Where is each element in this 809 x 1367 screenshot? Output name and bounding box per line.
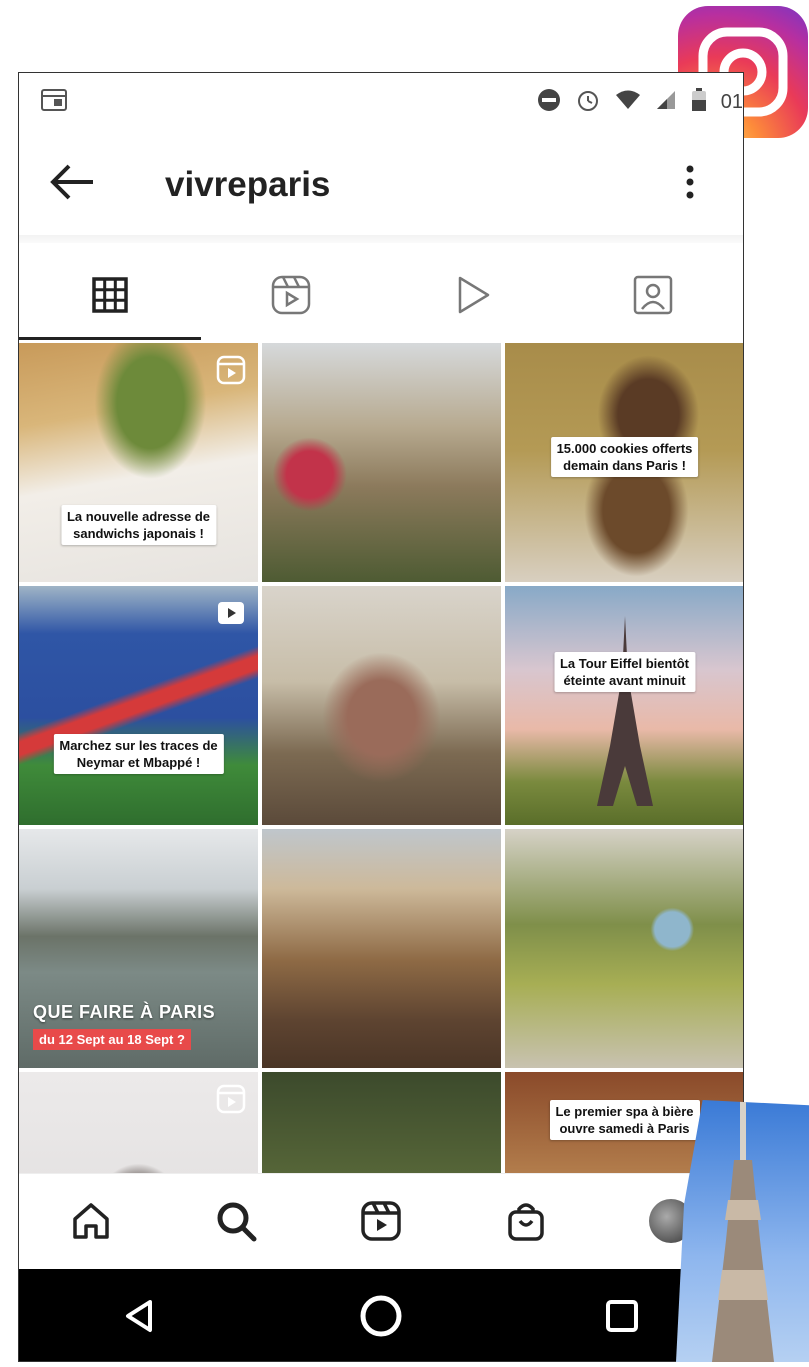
gallery-notification-icon bbox=[41, 89, 67, 116]
wifi-icon bbox=[615, 89, 641, 116]
back-arrow-icon bbox=[50, 164, 93, 200]
more-options-button[interactable] bbox=[675, 157, 705, 207]
more-vertical-icon bbox=[686, 165, 694, 199]
posts-grid: La nouvelle adresse de sandwichs japonai… bbox=[19, 343, 743, 1173]
post-caption: La Tour Eiffel bientôt éteinte avant min… bbox=[553, 652, 696, 692]
profile-header: vivreparis bbox=[19, 135, 743, 225]
nav-reels-button[interactable] bbox=[351, 1191, 411, 1251]
tab-videos[interactable] bbox=[381, 249, 562, 341]
post-caption: Le premier spa à bière ouvre samedi à Pa… bbox=[549, 1100, 700, 1140]
post-caption: Marchez sur les traces de Neymar et Mbap… bbox=[53, 734, 224, 774]
square-recents-icon bbox=[606, 1300, 639, 1332]
play-icon bbox=[458, 276, 489, 314]
post-cafe-terrace[interactable] bbox=[262, 586, 501, 825]
video-badge-icon bbox=[216, 598, 246, 633]
bottom-navigation bbox=[19, 1173, 743, 1268]
system-recents-button[interactable] bbox=[587, 1281, 657, 1351]
post-que-faire-a-paris[interactable]: QUE FAIRE À PARIS du 12 Sept au 18 Sept … bbox=[19, 829, 258, 1068]
active-tab-indicator bbox=[19, 337, 201, 340]
post-eiffel-tower[interactable]: La Tour Eiffel bientôt éteinte avant min… bbox=[505, 586, 743, 825]
post-cat[interactable] bbox=[19, 1072, 258, 1173]
tab-tagged[interactable] bbox=[562, 249, 743, 341]
reels-icon bbox=[361, 1201, 401, 1241]
alarm-icon bbox=[575, 87, 601, 118]
system-back-button[interactable] bbox=[105, 1281, 175, 1351]
tagged-person-icon bbox=[633, 275, 672, 315]
tab-reels[interactable] bbox=[200, 249, 381, 341]
eiffel-tower-illustration bbox=[597, 616, 653, 806]
profile-tabs bbox=[19, 249, 743, 341]
reel-badge-icon bbox=[216, 355, 246, 390]
reels-icon bbox=[271, 275, 310, 315]
eiffel-tower-icon bbox=[712, 1100, 774, 1362]
nav-home-button[interactable] bbox=[61, 1191, 121, 1251]
do-not-disturb-icon bbox=[537, 88, 561, 117]
search-icon bbox=[217, 1202, 257, 1242]
eiffel-tower-photo-overlay bbox=[676, 1100, 809, 1362]
tab-posts-grid[interactable] bbox=[19, 249, 200, 341]
post-cookies[interactable]: 15.000 cookies offerts demain dans Paris… bbox=[505, 343, 743, 582]
signal-icon bbox=[655, 89, 677, 116]
status-bar: 01 bbox=[19, 73, 743, 129]
nav-shop-button[interactable] bbox=[496, 1191, 556, 1251]
post-garden-courtyard[interactable] bbox=[505, 829, 743, 1068]
triangle-back-icon bbox=[125, 1300, 152, 1332]
system-navigation-bar bbox=[19, 1269, 743, 1361]
header-divider bbox=[19, 235, 743, 243]
profile-username: vivreparis bbox=[165, 165, 331, 204]
post-forest[interactable] bbox=[262, 1072, 501, 1173]
reel-badge-icon bbox=[216, 1084, 246, 1119]
battery-icon bbox=[691, 88, 707, 117]
post-caption: La nouvelle adresse de sandwichs japonai… bbox=[60, 505, 217, 545]
circle-home-icon bbox=[360, 1295, 402, 1337]
back-button[interactable] bbox=[47, 157, 107, 207]
system-home-button[interactable] bbox=[346, 1281, 416, 1351]
que-faire-overlay: QUE FAIRE À PARIS du 12 Sept au 18 Sept … bbox=[33, 1002, 215, 1050]
phone-screen: 01 vivreparis La nouvelle adresse de san… bbox=[18, 72, 744, 1362]
post-sandwich[interactable]: La nouvelle adresse de sandwichs japonai… bbox=[19, 343, 258, 582]
nav-search-button[interactable] bbox=[206, 1191, 266, 1251]
status-time: 01 bbox=[720, 91, 743, 113]
post-caption: 15.000 cookies offerts demain dans Paris… bbox=[550, 437, 699, 477]
grid-icon bbox=[91, 277, 128, 313]
post-brasserie[interactable] bbox=[262, 829, 501, 1068]
post-stadium[interactable]: Marchez sur les traces de Neymar et Mbap… bbox=[19, 586, 258, 825]
shopping-bag-icon bbox=[508, 1203, 544, 1241]
home-icon bbox=[73, 1203, 110, 1239]
post-louvre-flowers[interactable] bbox=[262, 343, 501, 582]
